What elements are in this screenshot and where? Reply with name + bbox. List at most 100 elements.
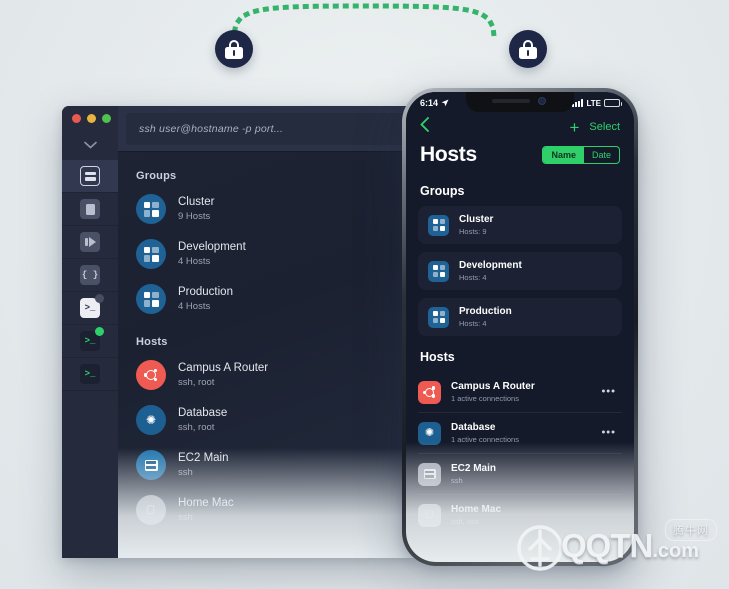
group-icon	[136, 284, 166, 314]
carrier-label: LTE	[586, 98, 601, 108]
sidebar-item-keys[interactable]: { }	[62, 259, 118, 292]
sort-option-name[interactable]: Name	[543, 147, 584, 163]
lock-icon-left	[215, 30, 253, 68]
window-chrome-sidebar: { } >_ >_ >_	[62, 106, 118, 558]
sidebar-item-terminal-2[interactable]: >_	[62, 325, 118, 358]
sidebar-item-snippets[interactable]	[62, 193, 118, 226]
desktop-hosts-heading: Hosts	[136, 336, 168, 348]
maximize-button[interactable]	[102, 114, 111, 123]
chevron-down-icon[interactable]	[62, 134, 118, 156]
window-traffic-lights	[72, 114, 111, 123]
sidebar-item-port-forwarding[interactable]	[62, 226, 118, 259]
desktop-host-row[interactable]: Campus A Router ssh, root	[136, 360, 414, 390]
front-camera-icon	[538, 97, 546, 105]
phone-hosts-heading: Hosts	[420, 350, 455, 364]
host-subtitle: ssh, root	[178, 422, 215, 434]
server-icon	[418, 462, 441, 486]
apple-icon: 	[136, 495, 166, 525]
host-name: Database	[178, 406, 228, 419]
desktop-app-window: { } >_ >_ >_ ssh user@hostname -p port..…	[62, 106, 414, 558]
battery-icon	[604, 99, 622, 107]
status-dot-active	[95, 327, 104, 336]
location-arrow-icon	[441, 99, 449, 107]
group-name: Production	[459, 306, 512, 317]
desktop-main-panel: ssh user@hostname -p port... Groups Clus…	[118, 106, 414, 558]
phone-host-row[interactable]: EC2 Main ssh	[418, 454, 622, 495]
host-name: Campus A Router	[178, 361, 269, 374]
ssh-command-input[interactable]: ssh user@hostname -p port...	[126, 112, 406, 145]
watermark-cn-label: 腾牛网	[665, 519, 717, 541]
phone-screen: 6:14 LTE + Select Hosts Name Date Groups…	[406, 92, 634, 562]
host-name: Home Mac	[178, 496, 234, 509]
phone-title-row: Hosts Name Date	[406, 138, 634, 172]
group-name: Cluster	[459, 214, 494, 225]
desktop-host-row[interactable]:  Home Mac ssh	[136, 495, 414, 525]
desktop-host-row[interactable]: ✺ Database ssh, root	[136, 405, 414, 435]
phone-group-card[interactable]: Production Hosts: 4	[418, 298, 622, 336]
phone-group-card[interactable]: Development Hosts: 4	[418, 252, 622, 290]
group-subtitle: 4 Hosts	[178, 256, 211, 268]
braces-icon: { }	[80, 265, 100, 285]
secure-connection-graphic	[0, 0, 729, 92]
group-subtitle: 4 Hosts	[178, 301, 211, 313]
phone-group-card[interactable]: Cluster Hosts: 9	[418, 206, 622, 244]
phone-nav-bar: + Select	[406, 114, 634, 140]
chevron-left-icon[interactable]	[420, 117, 429, 137]
watermark-tld: .com	[652, 540, 700, 562]
host-subtitle: ssh, osx	[451, 516, 479, 526]
group-icon	[136, 239, 166, 269]
host-name: Campus A Router	[451, 381, 535, 392]
sidebar-item-hosts[interactable]	[62, 160, 118, 193]
terminal-icon: >_	[80, 327, 104, 351]
dotted-link-line	[231, 3, 497, 43]
desktop-group-row[interactable]: Cluster 9 Hosts	[136, 194, 414, 224]
group-name: Development	[459, 260, 522, 271]
phone-host-row[interactable]: Campus A Router 1 active connections •••	[418, 372, 622, 413]
terminal-command-bar: ssh user@hostname -p port...	[118, 106, 414, 152]
group-subtitle: Hosts: 4	[459, 272, 487, 282]
plus-icon[interactable]: +	[569, 119, 579, 136]
group-name: Production	[178, 285, 233, 298]
sort-option-date[interactable]: Date	[584, 147, 619, 163]
status-time: 6:14	[420, 98, 439, 108]
more-icon[interactable]: •••	[601, 427, 616, 439]
phone-notch	[466, 92, 574, 112]
close-button[interactable]	[72, 114, 81, 123]
host-subtitle: 1 active connections	[451, 393, 519, 403]
sidebar-rail: { } >_ >_ >_	[62, 160, 118, 558]
page-title: Hosts	[420, 143, 477, 166]
host-subtitle: ssh	[178, 467, 193, 479]
mariadb-gear-icon: ✺	[136, 405, 166, 435]
sidebar-item-terminal-1[interactable]: >_	[62, 292, 118, 325]
ubuntu-icon	[418, 380, 441, 404]
server-icon	[80, 166, 100, 186]
sidebar-item-terminal-3[interactable]: >_	[62, 358, 118, 391]
minimize-button[interactable]	[87, 114, 96, 123]
group-icon	[428, 214, 449, 236]
desktop-host-row[interactable]: EC2 Main ssh	[136, 450, 414, 480]
more-icon[interactable]: •••	[601, 386, 616, 398]
desktop-group-row[interactable]: Development 4 Hosts	[136, 239, 414, 269]
mobile-device: 6:14 LTE + Select Hosts Name Date Groups…	[402, 88, 638, 566]
select-button[interactable]: Select	[589, 121, 620, 133]
terminal-icon: >_	[80, 294, 104, 318]
status-dot-idle	[95, 294, 104, 303]
host-subtitle: ssh	[451, 475, 463, 485]
signal-bars-icon	[572, 99, 584, 107]
host-name: Database	[451, 422, 496, 433]
sort-toggle[interactable]: Name Date	[542, 146, 620, 164]
speaker-grille	[492, 99, 530, 103]
host-name: EC2 Main	[178, 451, 229, 464]
desktop-group-row[interactable]: Production 4 Hosts	[136, 284, 414, 314]
desktop-groups-heading: Groups	[136, 170, 177, 182]
phone-bezel-inner: 6:14 LTE + Select Hosts Name Date Groups…	[406, 92, 634, 562]
group-subtitle: 9 Hosts	[178, 211, 211, 223]
group-subtitle: Hosts: 4	[459, 318, 487, 328]
phone-host-row[interactable]: ✺ Database 1 active connections •••	[418, 413, 622, 454]
host-subtitle: ssh, root	[178, 377, 215, 389]
phone-groups-heading: Groups	[420, 184, 465, 198]
group-name: Cluster	[178, 195, 215, 208]
server-icon	[136, 450, 166, 480]
terminal-icon: >_	[80, 364, 100, 384]
host-name: Home Mac	[451, 504, 502, 515]
